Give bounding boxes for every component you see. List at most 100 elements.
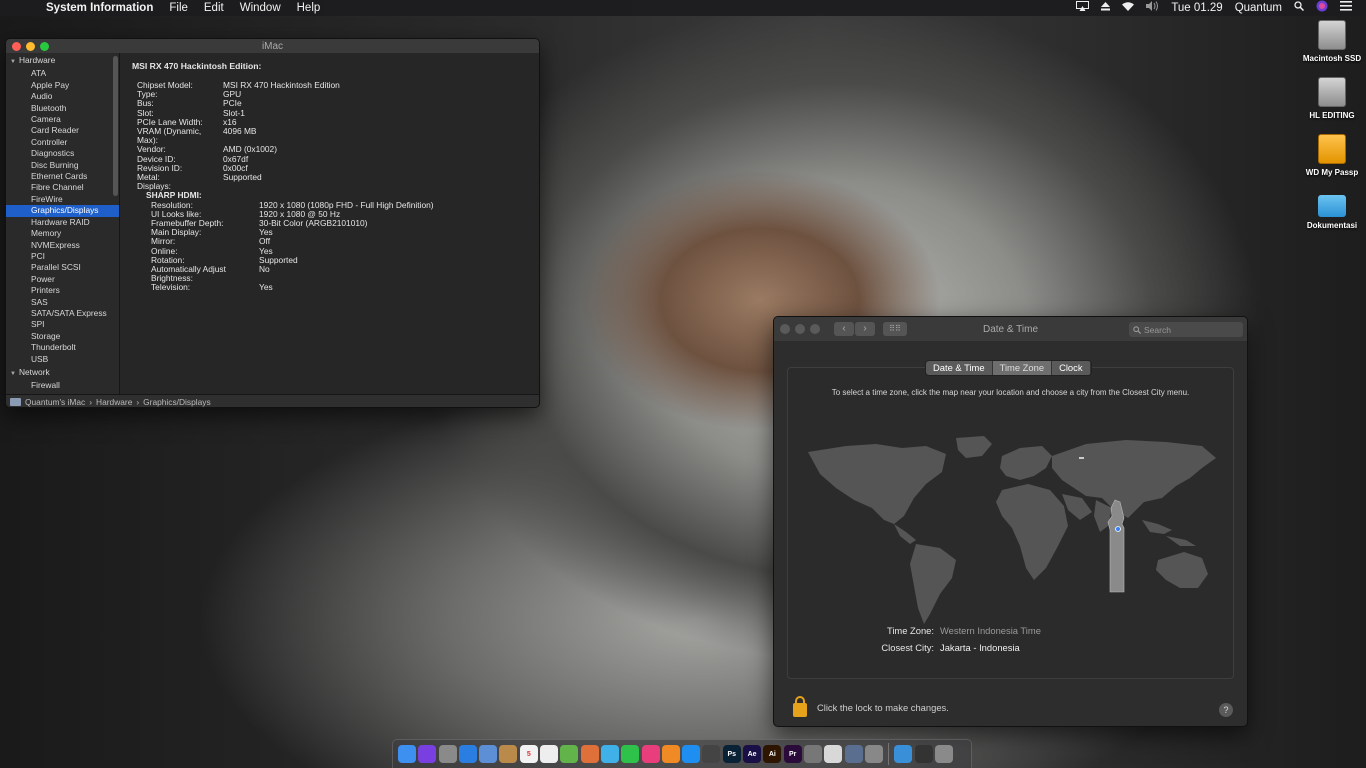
sidebar-item-disc-burning[interactable]: Disc Burning	[6, 160, 119, 171]
menu-file[interactable]: File	[161, 0, 196, 16]
path-item[interactable]: Graphics/Displays	[143, 397, 211, 407]
tab-time-zone[interactable]: Time Zone	[992, 361, 1053, 375]
sidebar-item-ata[interactable]: ATA	[6, 68, 119, 79]
sidebar-item-sata-sata-express[interactable]: SATA/SATA Express	[6, 308, 119, 319]
sidebar-item-thunderbolt[interactable]: Thunderbolt	[6, 342, 119, 353]
sidebar-item-nvmexpress[interactable]: NVMExpress	[6, 240, 119, 251]
desktop-icon-hl-editing[interactable]: HL EDITING	[1300, 77, 1364, 120]
dock-downloads-icon[interactable]	[894, 745, 913, 763]
sidebar-item-hardware-raid[interactable]: Hardware RAID	[6, 217, 119, 228]
sidebar-item-diagnostics[interactable]: Diagnostics	[6, 148, 119, 159]
sidebar-item-firewall[interactable]: Firewall	[6, 380, 119, 391]
search-input[interactable]: Search	[1129, 322, 1243, 337]
sidebar-item-graphics-displays[interactable]: Graphics/Displays	[6, 205, 119, 217]
desktop-icon-wd-my-passport[interactable]: WD My Passp	[1300, 134, 1364, 177]
disclosure-triangle-icon[interactable]: ▼	[10, 371, 16, 377]
world-map[interactable]	[806, 428, 1220, 628]
sidebar-scrollbar[interactable]	[113, 56, 118, 196]
sidebar-item-card-reader[interactable]: Card Reader	[6, 125, 119, 136]
dock-system-preferences-icon[interactable]	[803, 745, 822, 763]
sidebar-item-firewire[interactable]: FireWire	[6, 194, 119, 205]
dock-safari-icon[interactable]	[458, 745, 477, 763]
sidebar-item-audio[interactable]: Audio	[6, 91, 119, 102]
sidebar-item-sas[interactable]: SAS	[6, 297, 119, 308]
notification-center-icon[interactable]	[1334, 0, 1358, 16]
dock-calendar-icon[interactable]: 5	[519, 745, 538, 763]
dock-after-effects-icon[interactable]: Ae	[743, 745, 762, 763]
airplay-icon[interactable]	[1070, 0, 1095, 16]
sidebar-group-network[interactable]: ▼ Network	[6, 365, 119, 380]
zoom-button[interactable]	[810, 324, 820, 334]
dock-itunes-icon[interactable]	[641, 745, 660, 763]
dock-finder-icon[interactable]	[398, 745, 416, 763]
dock-system-info-icon[interactable]	[844, 745, 863, 763]
sidebar-item-parallel-scsi[interactable]: Parallel SCSI	[6, 262, 119, 273]
path-item[interactable]: Hardware	[96, 397, 132, 407]
wifi-icon[interactable]	[1116, 0, 1140, 16]
siri-icon[interactable]	[1310, 0, 1334, 17]
sidebar-item-power[interactable]: Power	[6, 274, 119, 285]
desktop-icon-dokumentasi[interactable]: Dokumentasi	[1300, 189, 1364, 230]
menu-edit[interactable]: Edit	[196, 0, 232, 16]
help-button[interactable]: ?	[1219, 703, 1233, 717]
menu-clock[interactable]: Tue 01.29	[1165, 0, 1228, 16]
dock-facetime-icon[interactable]	[621, 745, 640, 763]
sidebar-item-usb[interactable]: USB	[6, 354, 119, 365]
zoom-button[interactable]	[40, 41, 49, 51]
sidebar-item-apple-pay[interactable]: Apple Pay	[6, 80, 119, 91]
dock-final-cut-icon[interactable]	[702, 745, 721, 763]
dock-premiere-icon[interactable]: Pr	[783, 745, 802, 763]
menu-app-name[interactable]: System Information	[38, 0, 161, 16]
dock-app-store-icon[interactable]	[682, 745, 701, 763]
lock-icon[interactable]	[793, 696, 807, 717]
sidebar-item-pci[interactable]: PCI	[6, 251, 119, 262]
dock-photoshop-icon[interactable]: Ps	[722, 745, 741, 763]
sidebar-item-camera[interactable]: Camera	[6, 114, 119, 125]
dock-maps-icon[interactable]	[560, 745, 579, 763]
back-button[interactable]: ‹	[834, 322, 854, 336]
dock-ibooks-icon[interactable]	[661, 745, 680, 763]
sidebar-item-storage[interactable]: Storage	[6, 331, 119, 342]
sidebar-item-memory[interactable]: Memory	[6, 228, 119, 239]
tab-clock[interactable]: Clock	[1052, 361, 1091, 375]
tab-date-time[interactable]: Date & Time	[926, 361, 993, 375]
sidebar-item-spi[interactable]: SPI	[6, 319, 119, 330]
dock-launchpad-icon[interactable]	[438, 745, 457, 763]
property-row: Automatically Adjust Brightness: No	[132, 264, 539, 283]
menu-user[interactable]: Quantum	[1229, 0, 1288, 16]
dock-preview-doc-icon[interactable]	[824, 745, 843, 763]
minimize-button[interactable]	[795, 324, 805, 334]
dock-notes-icon[interactable]	[499, 745, 518, 763]
menu-window[interactable]: Window	[232, 0, 289, 16]
dock-preview-icon[interactable]	[479, 745, 498, 763]
sidebar-item-controller[interactable]: Controller	[6, 137, 119, 148]
eject-icon[interactable]	[1095, 0, 1116, 16]
dock-script-icon[interactable]	[864, 745, 883, 763]
forward-button[interactable]: ›	[855, 322, 875, 336]
lock-control[interactable]: Click the lock to make changes.	[793, 696, 949, 717]
closest-city-select[interactable]: Jakarta - Indonesia	[940, 642, 1020, 653]
dock-trash-icon[interactable]	[935, 745, 954, 763]
sidebar-item-locations[interactable]: Locations	[6, 392, 119, 394]
spotlight-search-icon[interactable]	[1288, 0, 1310, 16]
sidebar-item-ethernet-cards[interactable]: Ethernet Cards	[6, 171, 119, 182]
close-button[interactable]	[12, 41, 21, 51]
minimize-button[interactable]	[26, 41, 35, 51]
dock-illustrator-icon[interactable]: Ai	[763, 745, 782, 763]
dock-reminders-icon[interactable]	[540, 745, 559, 763]
dock-messages-icon[interactable]	[600, 745, 619, 763]
path-item[interactable]: Quantum's iMac	[25, 397, 85, 407]
dock-screenshot-icon[interactable]	[914, 745, 933, 763]
desktop-icon-macintosh-ssd[interactable]: Macintosh SSD	[1300, 20, 1364, 63]
sidebar-item-printers[interactable]: Printers	[6, 285, 119, 296]
disclosure-triangle-icon[interactable]: ▼	[10, 59, 16, 65]
volume-icon[interactable]	[1140, 0, 1165, 16]
show-all-button[interactable]: ⠿⠿	[883, 322, 907, 336]
close-button[interactable]	[780, 324, 790, 334]
sidebar-group-hardware[interactable]: ▼ Hardware	[6, 53, 119, 68]
menu-help[interactable]: Help	[289, 0, 329, 16]
dock-photos-icon[interactable]	[580, 745, 599, 763]
sidebar-item-bluetooth[interactable]: Bluetooth	[6, 103, 119, 114]
dock-siri-icon[interactable]	[418, 745, 437, 763]
sidebar-item-fibre-channel[interactable]: Fibre Channel	[6, 182, 119, 193]
